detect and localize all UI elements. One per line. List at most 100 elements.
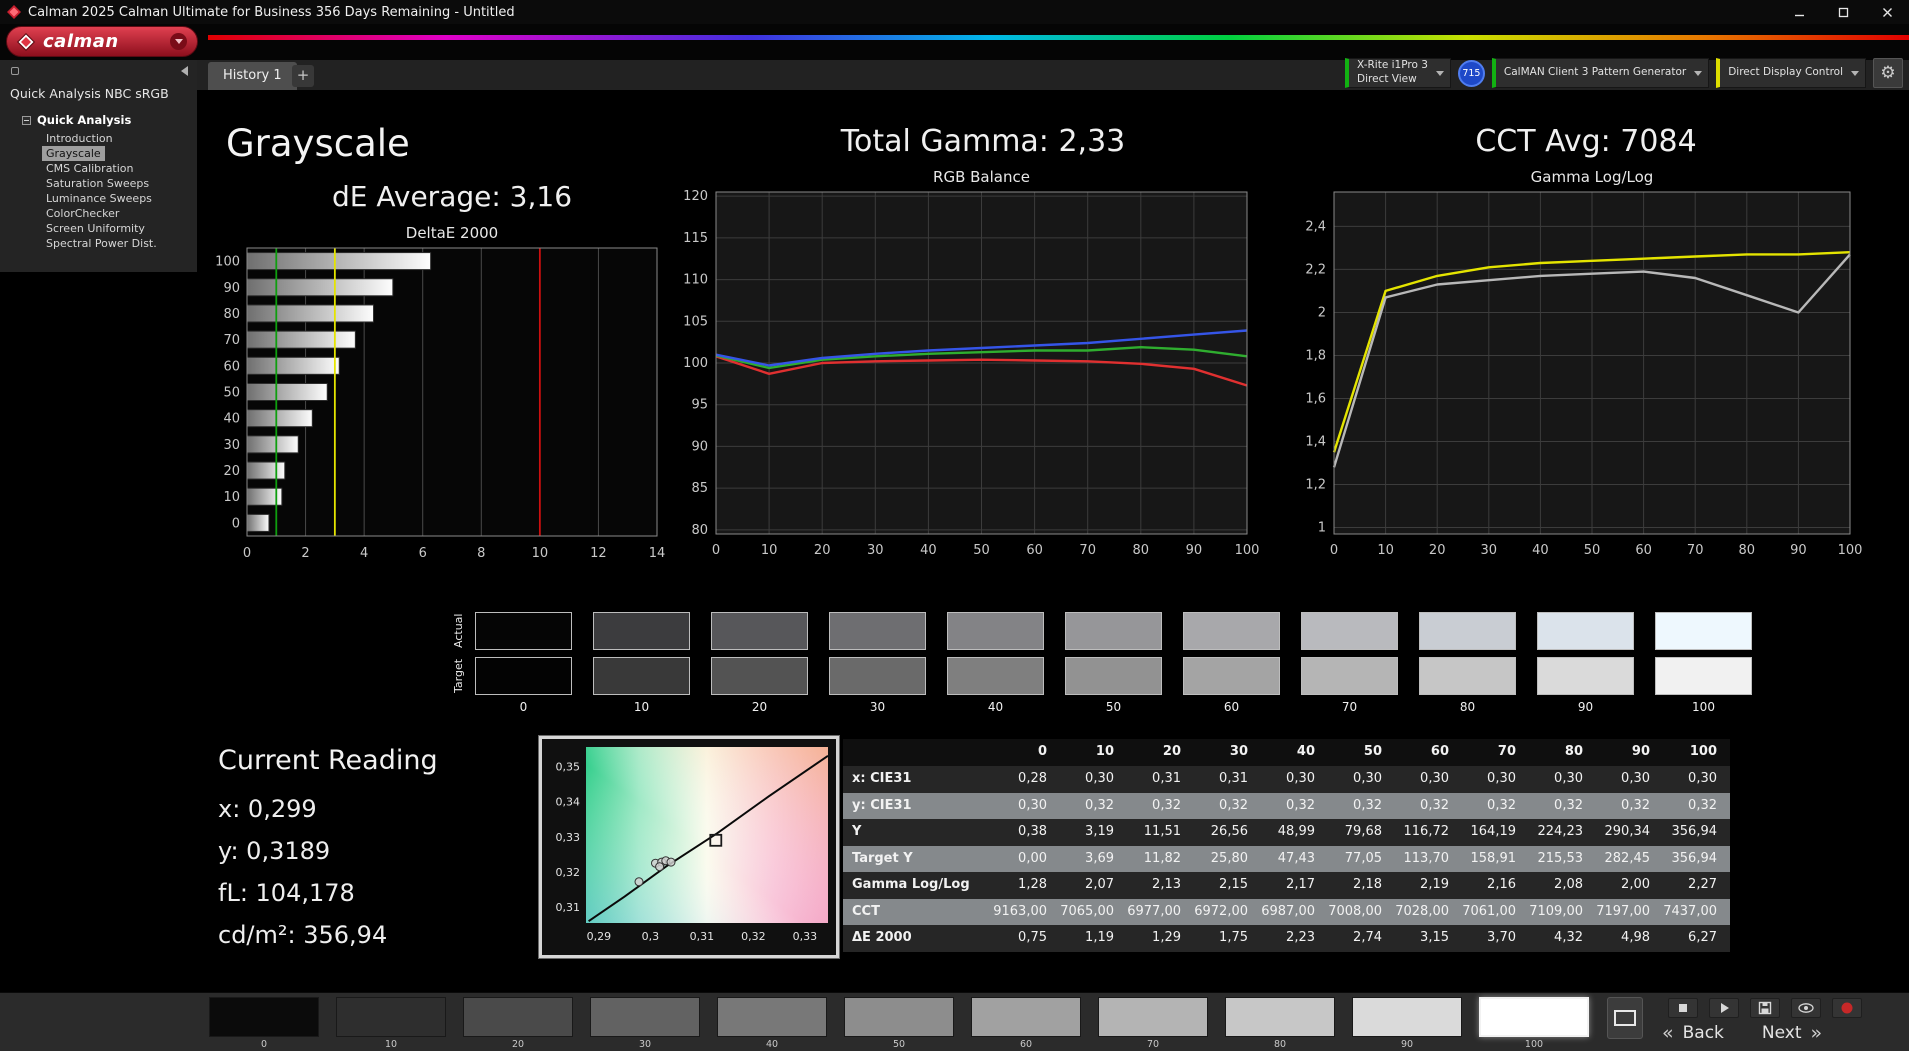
add-tab-button[interactable]: + [292, 65, 314, 87]
sidebar-item-grayscale[interactable]: Grayscale [42, 146, 105, 161]
sidebar-item-spectral-power-dist[interactable]: Spectral Power Dist. [42, 236, 161, 251]
sidebar-pin-button[interactable] [8, 64, 22, 78]
stop-button[interactable] [1668, 998, 1698, 1018]
swatch-column-label: 100 [1655, 700, 1752, 714]
page-navigation: « Back Next » [1662, 1022, 1822, 1044]
settings-button[interactable]: ⚙ [1873, 58, 1903, 88]
cie-chart: 0,290,30,310,320,330,310,320,330,340,35 [542, 739, 836, 951]
pattern-swatch[interactable] [209, 997, 319, 1037]
table-cell: 0,30 [993, 793, 1060, 820]
pattern-swatch[interactable] [1098, 997, 1208, 1037]
svg-text:90: 90 [223, 281, 240, 296]
table-header-row: 0102030405060708090100 [843, 739, 1730, 766]
pattern-window-button[interactable] [1607, 997, 1643, 1039]
svg-text:0,33: 0,33 [793, 930, 818, 943]
pattern-swatch-label: 30 [639, 1039, 651, 1050]
table-cell: 6972,00 [1194, 899, 1261, 926]
table-cell: 7061,00 [1462, 899, 1529, 926]
preview-button[interactable] [1791, 998, 1821, 1018]
table-header-cell: 70 [1462, 739, 1529, 766]
table-row: ΔE 20000,751,191,291,752,232,743,153,704… [843, 925, 1730, 952]
sidebar-item-saturation-sweeps[interactable]: Saturation Sweeps [42, 176, 153, 191]
svg-text:0,35: 0,35 [556, 760, 581, 773]
actual-swatch [1301, 612, 1398, 650]
svg-text:115: 115 [683, 231, 708, 246]
record-button[interactable] [1832, 998, 1862, 1018]
pattern-swatch[interactable] [1225, 997, 1335, 1037]
pattern-swatch[interactable] [1479, 997, 1589, 1037]
svg-text:2,2: 2,2 [1305, 262, 1326, 277]
actual-swatch [947, 612, 1044, 650]
pattern-swatch-label: 70 [1147, 1039, 1159, 1050]
bottom-bar: 0102030405060708090100 [0, 992, 1909, 1051]
svg-text:30: 30 [1481, 543, 1498, 558]
next-button[interactable]: Next [1762, 1023, 1802, 1043]
close-button[interactable] [1865, 0, 1909, 24]
swatch-column-label: 30 [829, 700, 926, 714]
svg-text:100: 100 [683, 356, 708, 371]
sidebar-item-introduction[interactable]: Introduction [42, 131, 117, 146]
table-cell: 26,56 [1194, 819, 1261, 846]
sidebar-root-node[interactable]: Quick Analysis [0, 101, 197, 131]
table-cell: 0,30 [1596, 766, 1663, 793]
table-cell: 113,70 [1395, 846, 1462, 873]
tree-expander-icon[interactable] [22, 116, 31, 125]
pattern-swatch[interactable] [717, 997, 827, 1037]
table-row-label: CCT [843, 899, 993, 926]
minimize-button[interactable] [1777, 0, 1821, 24]
meter-display-control-dropdown[interactable]: Direct Display Control [1716, 58, 1866, 88]
tab-history-1[interactable]: History 1 [208, 62, 297, 90]
svg-text:2: 2 [1318, 305, 1326, 320]
table-cell: 290,34 [1596, 819, 1663, 846]
target-swatch [1065, 657, 1162, 695]
table-cell: 0,30 [1328, 766, 1395, 793]
table-row: Target Y0,003,6911,8225,8047,4377,05113,… [843, 846, 1730, 873]
pattern-swatch[interactable] [590, 997, 700, 1037]
sidebar-collapse-button[interactable] [175, 64, 189, 78]
minimize-icon [1794, 7, 1805, 18]
svg-text:0: 0 [1330, 543, 1338, 558]
table-cell: 4,98 [1596, 925, 1663, 952]
svg-text:60: 60 [1026, 543, 1043, 558]
back-button[interactable]: Back [1683, 1023, 1724, 1043]
sidebar-item-colorchecker[interactable]: ColorChecker [42, 206, 123, 221]
play-button[interactable] [1709, 998, 1739, 1018]
svg-text:95: 95 [691, 398, 708, 413]
table-row: CCT9163,007065,006977,006972,006987,0070… [843, 899, 1730, 926]
pattern-swatch[interactable] [463, 997, 573, 1037]
pattern-swatch[interactable] [336, 997, 446, 1037]
svg-text:0,33: 0,33 [556, 831, 581, 844]
sidebar-item-cms-calibration[interactable]: CMS Calibration [42, 161, 138, 176]
record-icon [1839, 1000, 1855, 1016]
svg-text:120: 120 [683, 189, 708, 204]
svg-text:60: 60 [1635, 543, 1652, 558]
table-cell: 2,07 [1060, 872, 1127, 899]
pattern-swatch[interactable] [844, 997, 954, 1037]
table-cell: 77,05 [1328, 846, 1395, 873]
svg-text:20: 20 [1429, 543, 1446, 558]
meter-pattern-generator-dropdown[interactable]: CalMAN Client 3 Pattern Generator [1492, 58, 1709, 88]
target-row-label: Target [452, 657, 465, 695]
table-header-cell: 90 [1596, 739, 1663, 766]
pattern-swatch[interactable] [1352, 997, 1462, 1037]
sidebar-item-luminance-sweeps[interactable]: Luminance Sweeps [42, 191, 156, 206]
table-cell: 2,17 [1261, 872, 1328, 899]
next-chevron-icon[interactable]: » [1811, 1022, 1823, 1044]
calman-menu-button[interactable]: calman [6, 26, 198, 57]
target-swatch [829, 657, 926, 695]
save-button[interactable] [1750, 998, 1780, 1018]
table-cell: 48,99 [1261, 819, 1328, 846]
maximize-button[interactable] [1821, 0, 1865, 24]
target-swatch [1419, 657, 1516, 695]
actual-swatch [1537, 612, 1634, 650]
calman-menu-dropdown[interactable] [170, 33, 187, 50]
table-header-cell: 10 [1060, 739, 1127, 766]
sidebar-item-screen-uniformity[interactable]: Screen Uniformity [42, 221, 149, 236]
table-cell: 0,32 [1596, 793, 1663, 820]
svg-text:14: 14 [649, 546, 666, 561]
meter-colorimeter-dropdown[interactable]: X-Rite i1Pro 3 Direct View [1345, 58, 1451, 88]
pattern-swatch[interactable] [971, 997, 1081, 1037]
table-header-cell: 80 [1529, 739, 1596, 766]
svg-text:0: 0 [243, 546, 251, 561]
back-chevron-icon[interactable]: « [1662, 1022, 1674, 1044]
